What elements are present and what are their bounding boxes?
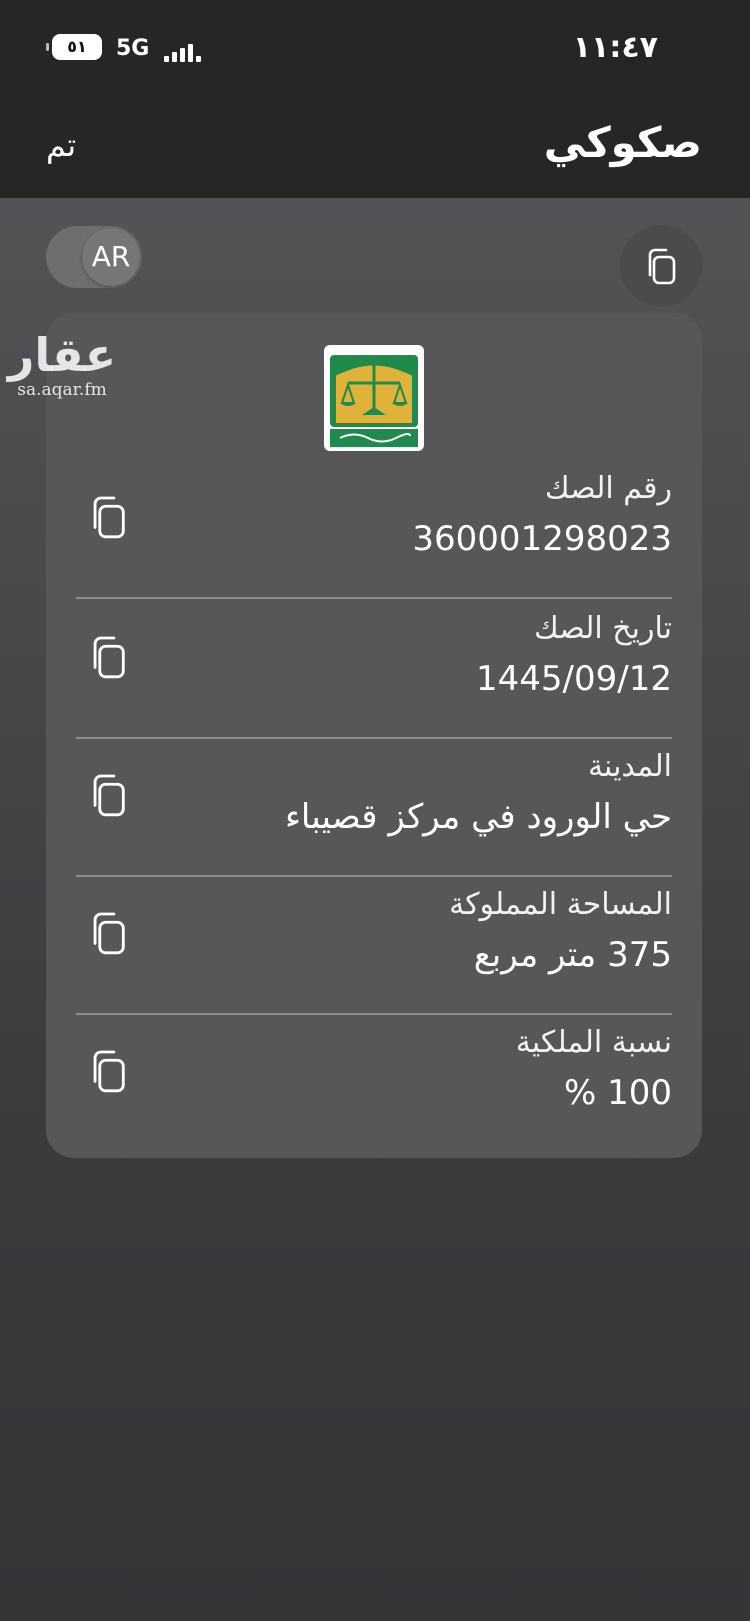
copy-deed-number-button[interactable] [88,493,128,543]
city-label: المدينة [587,749,672,784]
copy-ownership-ratio-button[interactable] [88,1047,128,1097]
copy-icon [93,636,125,679]
watermark-logo: عقار [7,328,117,382]
copy-owned-area-button[interactable] [88,909,128,959]
copy-icon [648,248,676,285]
page-title: صكوكي [543,118,702,167]
deed-card: رقم الصك 360001298023 تاريخ الصك 1445/09… [46,313,702,1158]
copy-city-button[interactable] [88,771,128,821]
battery-indicator: ٥١ [46,34,102,60]
watermark-url: sa.aqar.fm [17,380,107,400]
ownership-ratio-row: نسبة الملكية 100 % [76,1007,672,1145]
signal-icon [164,38,204,62]
copy-icon [93,774,125,817]
done-button[interactable]: تم [46,126,76,164]
city-value: حي الورود في مركز قصيباء [284,797,672,837]
network-label: 5G [116,36,150,61]
ownership-ratio-value: 100 % [563,1073,672,1113]
watermark: عقار sa.aqar.fm [4,330,120,400]
deed-number-label: رقم الصك [544,471,672,506]
copy-all-button[interactable] [620,225,702,307]
copy-icon [93,496,125,539]
ministry-emblem [324,345,424,451]
copy-icon [93,1050,125,1093]
app-screen: ٥١ 5G ١١:٤٧ تم صكوكي AR رقم الصك 3600012… [0,0,750,1621]
deed-number-value: 360001298023 [412,519,672,559]
owned-area-row: المساحة المملوكة 375 متر مربع [76,869,672,1007]
owned-area-value: 375 متر مربع [473,935,672,975]
deed-date-row: تاريخ الصك 1445/09/12 [76,593,672,731]
language-toggle[interactable]: AR [46,226,142,288]
ownership-ratio-label: نسبة الملكية [515,1025,672,1060]
language-toggle-label: AR [82,228,140,286]
city-row: المدينة حي الورود في مركز قصيباء [76,731,672,869]
status-time: ١١:٤٧ [572,30,658,65]
owned-area-label: المساحة المملوكة [449,887,672,922]
deed-date-value: 1445/09/12 [476,659,672,699]
copy-icon [93,912,125,955]
copy-deed-date-button[interactable] [88,633,128,683]
deed-number-row: رقم الصك 360001298023 [76,453,672,591]
deed-date-label: تاريخ الصك [533,611,672,646]
top-bar: ٥١ 5G ١١:٤٧ تم صكوكي [0,0,750,198]
